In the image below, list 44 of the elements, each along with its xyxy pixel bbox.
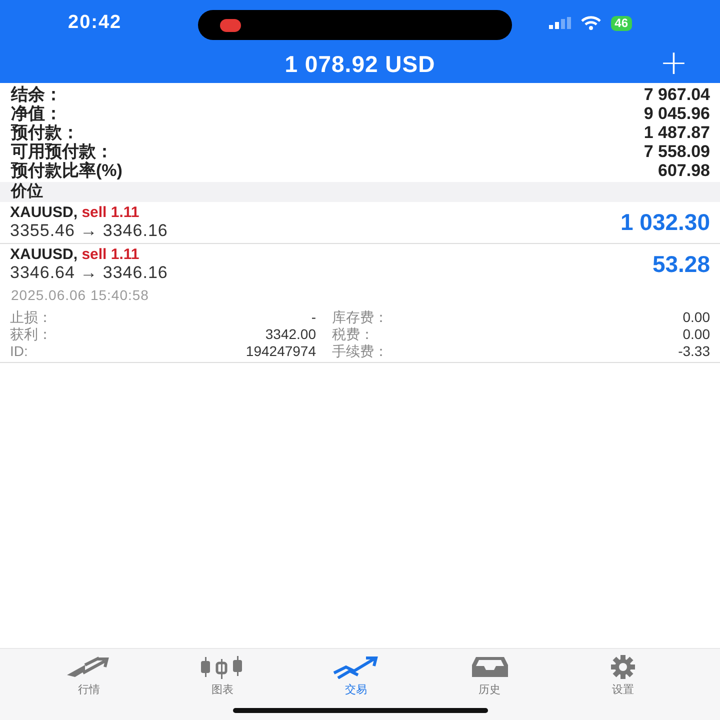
- profit-value: 53.28: [652, 251, 710, 278]
- tab-button[interactable]: 行情: [44, 653, 134, 699]
- summary-value: 9 045.96: [644, 104, 710, 123]
- signal-icon: [548, 17, 571, 29]
- detail-label: 获利：: [10, 326, 52, 343]
- detail-value: -3.33: [677, 343, 710, 360]
- profit-value: 1 032.30: [620, 209, 710, 236]
- summary-label: 预付款比率(%): [11, 161, 122, 180]
- detail-value: 3342.00: [265, 326, 316, 343]
- trade-chart-icon: [332, 655, 380, 679]
- tab-button[interactable]: 设置: [578, 653, 668, 699]
- detail-value: 0.00: [682, 309, 710, 326]
- position-row[interactable]: XAUUSD, sell 1.11 3346.64 → 3346.16 53.28 2025.06.06 15:40:58 止损： - 库存费： 0.00 获利： 3342.00 税费： 0.00 ID: 194247974 手续费： -3.33: [0, 244, 720, 363]
- wifi-icon: [580, 16, 601, 30]
- battery-level: 46: [610, 16, 632, 30]
- tab-button[interactable]: 图表: [177, 653, 268, 699]
- position-symbol: XAUUSD, sell 1.11: [10, 204, 140, 221]
- summary-label: 预付款：: [11, 123, 79, 142]
- price-change: 3355.46 → 3346.16: [10, 221, 168, 241]
- price-change: 3346.64 → 3346.16: [10, 263, 168, 283]
- summary-value: 7 967.04: [644, 85, 710, 104]
- detail-label: 库存费：: [331, 309, 389, 326]
- summary-label: 结余：: [11, 85, 62, 104]
- summary-value: 607.98: [658, 161, 710, 180]
- summary-label: 净值：: [11, 104, 62, 123]
- detail-value: 194247974: [246, 343, 316, 360]
- position-symbol: XAUUSD, sell 1.11: [10, 246, 140, 263]
- balance-title: 1 078.92 USD: [284, 51, 436, 78]
- tab-button[interactable]: 交易: [310, 653, 401, 699]
- detail-value: -: [311, 309, 316, 326]
- detail-value: 0.00: [682, 326, 710, 343]
- summary-value: 7 558.09: [644, 142, 710, 161]
- detail-label: ID:: [10, 343, 28, 360]
- section-header: 价位: [0, 182, 720, 202]
- summary-value: 1 487.87: [644, 123, 710, 142]
- add-button[interactable]: +: [660, 46, 688, 80]
- detail-label: 止损：: [10, 309, 52, 326]
- detail-label: 手续费：: [331, 343, 389, 360]
- detail-label: 税费：: [331, 326, 375, 343]
- status-time: 20:42: [68, 12, 122, 34]
- tab-button[interactable]: 历史: [444, 653, 535, 699]
- open-time: 2025.06.06 15:40:58: [11, 287, 150, 303]
- position-row[interactable]: XAUUSD, sell 1.11 3355.46 → 3346.16 1 032.30: [0, 202, 720, 244]
- summary-label: 可用预付款：: [11, 142, 113, 161]
